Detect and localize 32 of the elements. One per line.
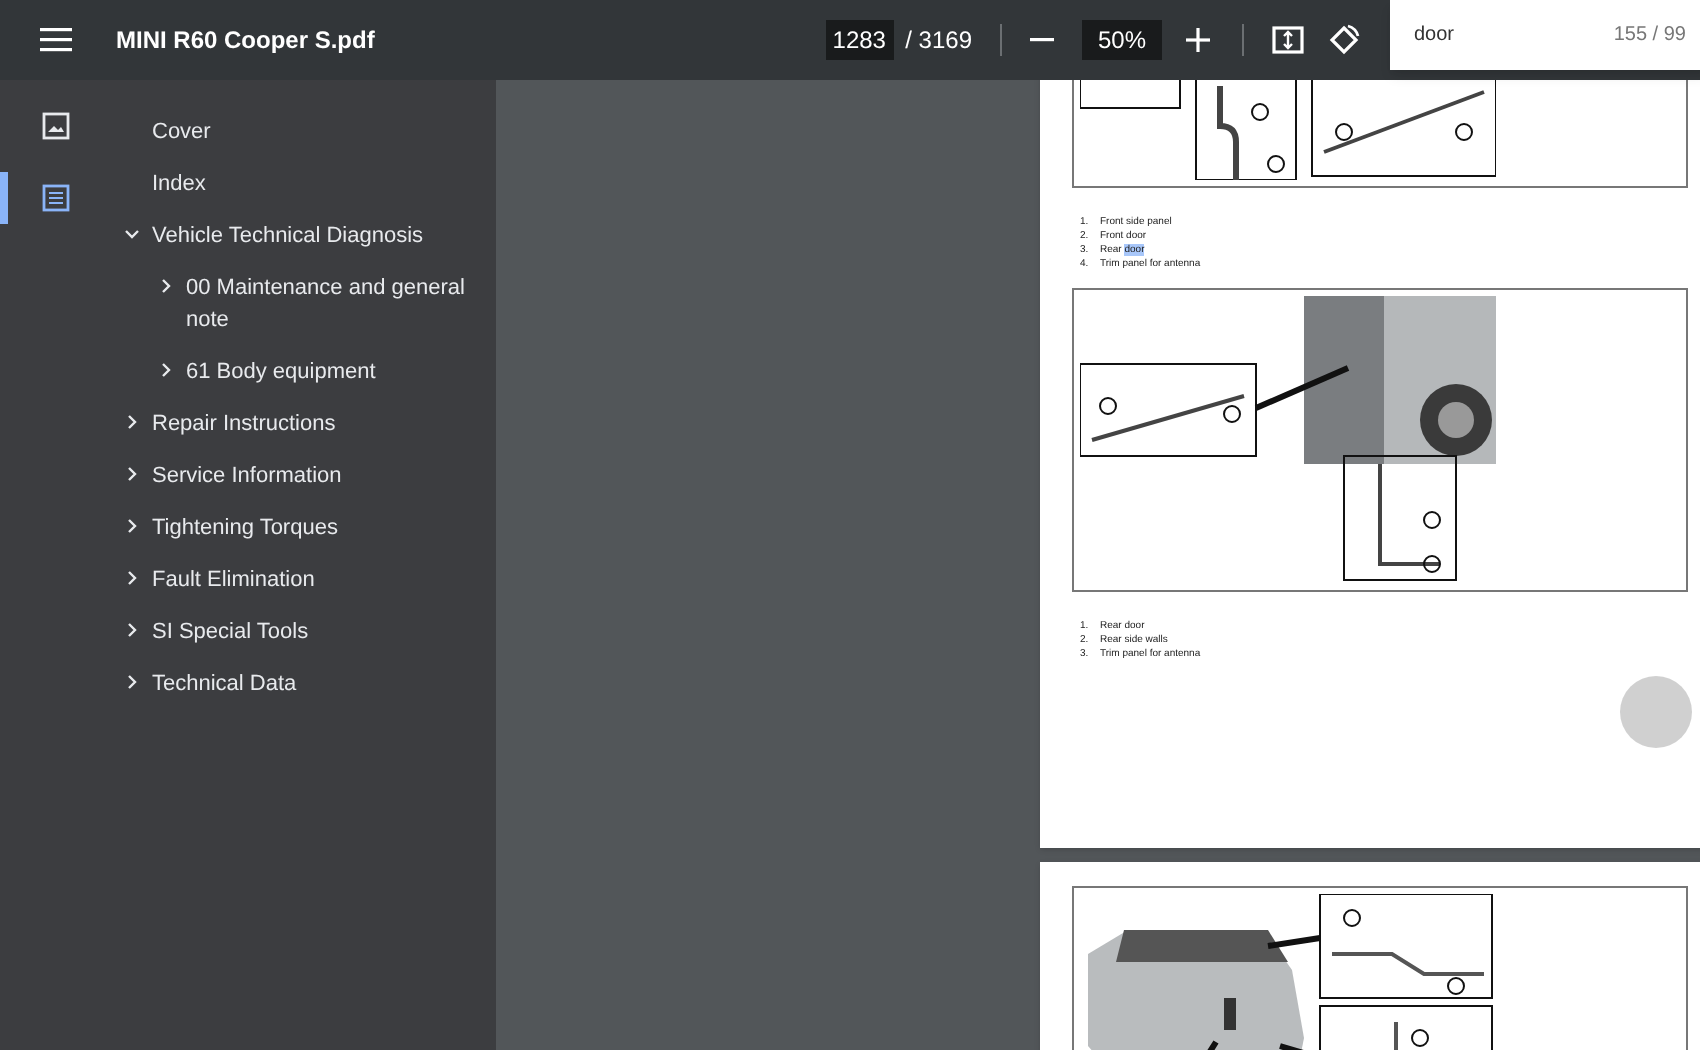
expand-chevron-icon[interactable] [124, 414, 140, 430]
expand-chevron-icon[interactable] [158, 278, 174, 294]
fit-page-icon[interactable] [1272, 24, 1304, 56]
zoom-field[interactable]: 50% [1082, 20, 1162, 60]
outline-item[interactable]: Cover [152, 116, 462, 148]
menu-icon[interactable] [40, 26, 76, 54]
rotate-icon[interactable] [1328, 24, 1360, 56]
outline-item[interactable]: SI Special Tools [152, 616, 462, 648]
list-icon [42, 184, 70, 212]
expand-chevron-icon[interactable] [124, 466, 140, 482]
search-field[interactable]: door [1414, 20, 1574, 50]
expand-chevron-icon[interactable] [158, 362, 174, 378]
page-total: / 3169 [905, 24, 972, 58]
expand-chevron-icon[interactable] [124, 570, 140, 586]
outline-item[interactable]: 61 Body equipment [186, 356, 496, 388]
document-title: MINI R60 Cooper S.pdf [116, 24, 375, 58]
outline-item[interactable]: Technical Data [152, 668, 462, 700]
page-number-field[interactable]: 1283 [825, 20, 894, 60]
outline-item[interactable]: Index [152, 168, 462, 200]
expand-chevron-icon[interactable] [124, 674, 140, 690]
outline-item[interactable]: Tightening Torques [152, 512, 462, 544]
outline-item[interactable]: Vehicle Technical Diagnosis [152, 220, 462, 252]
outline-item[interactable]: 00 Maintenance and general note [186, 272, 496, 336]
collapse-chevron-icon[interactable] [124, 226, 140, 242]
expand-chevron-icon[interactable] [124, 518, 140, 534]
zoom-in-icon[interactable] [1186, 26, 1214, 54]
image-icon [42, 112, 70, 140]
match-count: 155 / 99 [1613, 22, 1686, 50]
outline-item[interactable]: Service Information [152, 460, 462, 492]
outline-item[interactable]: Fault Elimination [152, 564, 462, 596]
outline-item[interactable]: Repair Instructions [152, 408, 462, 440]
expand-chevron-icon[interactable] [124, 622, 140, 638]
